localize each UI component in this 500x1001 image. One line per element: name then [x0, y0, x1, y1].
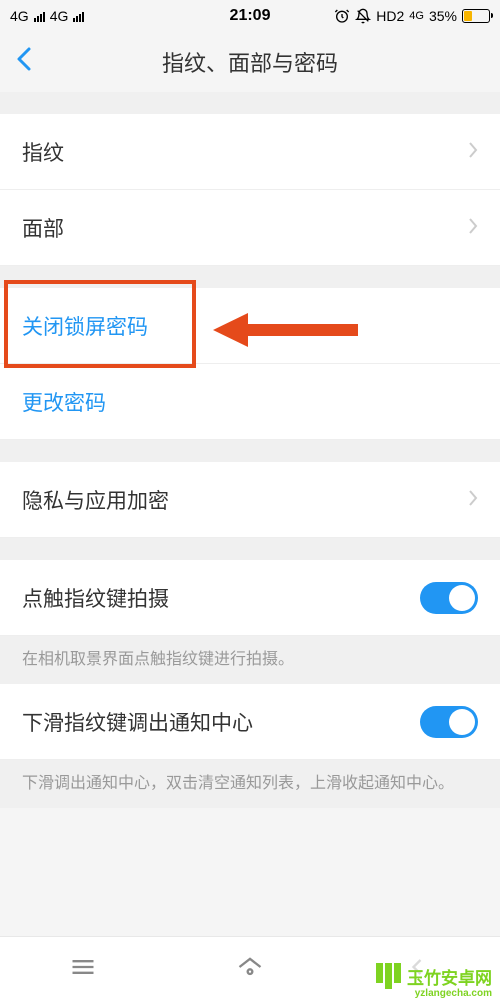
gap — [0, 440, 500, 462]
nav-header: 指纹、面部与密码 — [0, 32, 500, 92]
status-bar: 4G 4G 21:09 HD2 4G 35% — [0, 0, 500, 32]
swipe-notify-desc: 下滑调出通知中心，双击清空通知列表，上滑收起通知中心。 — [0, 760, 500, 808]
watermark-text: 玉竹安卓网 — [407, 969, 492, 988]
alarm-icon — [334, 8, 350, 24]
home-button[interactable] — [236, 953, 264, 986]
silent-icon — [355, 8, 371, 24]
privacy-label: 隐私与应用加密 — [22, 485, 169, 515]
touch-shoot-label: 点触指纹键拍摄 — [22, 583, 169, 613]
touch-shoot-desc: 在相机取景界面点触指纹键进行拍摄。 — [0, 636, 500, 684]
menu-button[interactable] — [69, 953, 97, 986]
signal-bars-icon-2 — [73, 10, 84, 22]
swipe-notify-toggle[interactable] — [420, 706, 478, 738]
touch-shoot-toggle[interactable] — [420, 582, 478, 614]
touch-shoot-item: 点触指纹键拍摄 — [0, 560, 500, 636]
battery-percent: 35% — [429, 8, 457, 24]
chevron-right-icon — [468, 138, 478, 166]
disable-lock-label: 关闭锁屏密码 — [22, 311, 148, 341]
swipe-notify-item: 下滑指纹键调出通知中心 — [0, 684, 500, 760]
page-title: 指纹、面部与密码 — [162, 46, 338, 78]
fingerprint-label: 指纹 — [22, 137, 64, 167]
face-label: 面部 — [22, 213, 64, 243]
signal-label-1: 4G — [10, 8, 29, 24]
gap — [0, 538, 500, 560]
chevron-right-icon — [468, 486, 478, 514]
battery-icon — [462, 9, 490, 23]
swipe-notify-label: 下滑指纹键调出通知中心 — [22, 707, 253, 737]
chevron-right-icon — [468, 214, 478, 242]
net-label: 4G — [409, 10, 424, 22]
change-password-label: 更改密码 — [22, 387, 106, 417]
gap — [0, 92, 500, 114]
status-time: 21:09 — [230, 7, 271, 25]
watermark-logo-icon — [376, 963, 401, 989]
hd-label: HD2 — [376, 8, 404, 24]
watermark: 玉竹安卓网 yzlangecha.com — [376, 963, 492, 989]
signal-label-2: 4G — [50, 8, 69, 24]
watermark-url: yzlangecha.com — [415, 988, 492, 999]
privacy-item[interactable]: 隐私与应用加密 — [0, 462, 500, 538]
status-right: HD2 4G 35% — [334, 8, 490, 24]
change-password-item[interactable]: 更改密码 — [0, 364, 500, 440]
status-left: 4G 4G — [10, 8, 84, 24]
back-button[interactable] — [15, 45, 33, 80]
face-item[interactable]: 面部 — [0, 190, 500, 266]
signal-bars-icon-1 — [34, 10, 45, 22]
gap — [0, 266, 500, 288]
disable-lock-item[interactable]: 关闭锁屏密码 — [0, 288, 500, 364]
fingerprint-item[interactable]: 指纹 — [0, 114, 500, 190]
